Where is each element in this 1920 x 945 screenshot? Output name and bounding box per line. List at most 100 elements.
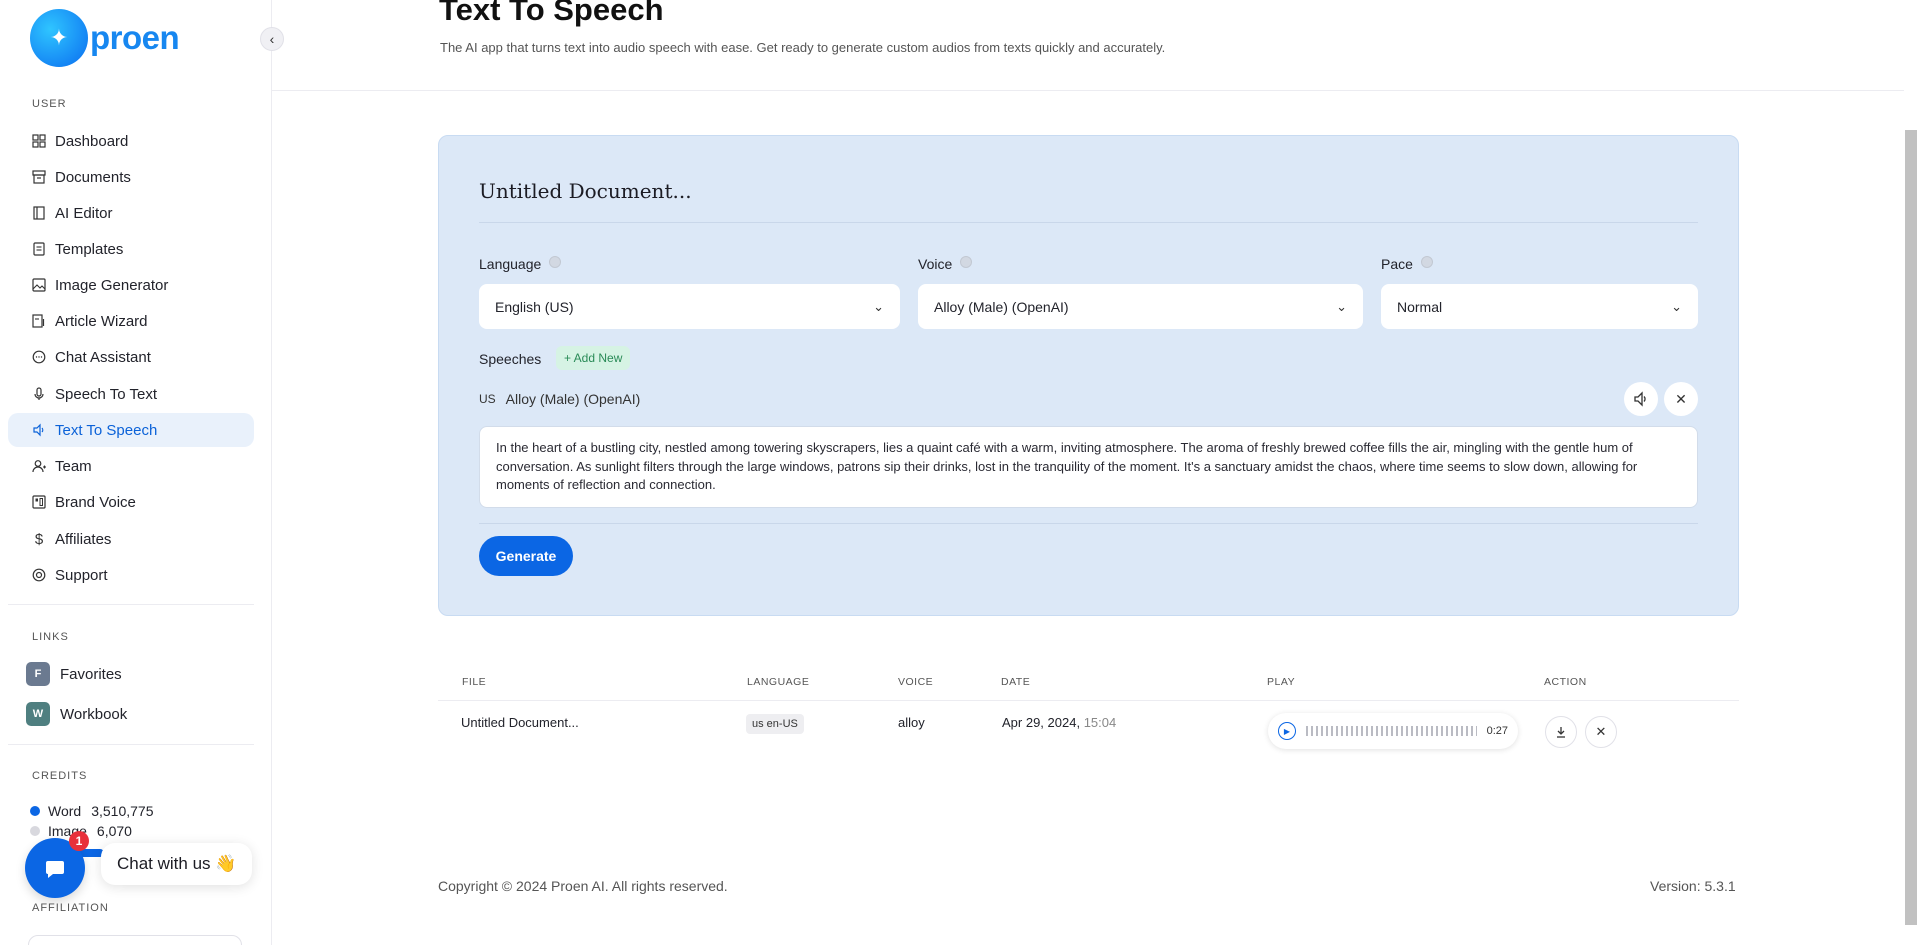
sidebar-item-team[interactable]: Team	[8, 449, 254, 483]
column-header-date: DATE	[1001, 676, 1031, 688]
language-label: Language	[479, 256, 562, 272]
sidebar-item-label: Support	[55, 566, 108, 584]
remove-speech-button[interactable]: ✕	[1664, 382, 1698, 416]
sidebar-item-label: Dashboard	[55, 132, 129, 150]
language-select[interactable]: English (US) ⌄	[479, 284, 900, 329]
sidebar-item-label: Article Wizard	[55, 312, 148, 330]
page-scrollbar[interactable]	[1905, 130, 1917, 925]
link-workbook[interactable]: W Workbook	[26, 702, 127, 726]
link-label: Favorites	[60, 665, 122, 683]
footer-copyright: Copyright © 2024 Proen AI. All rights re…	[438, 878, 728, 894]
main-content: Text To Speech The AI app that turns tex…	[272, 0, 1920, 945]
lifebuoy-icon	[31, 567, 47, 583]
sidebar-item-templates[interactable]: Templates	[8, 232, 254, 266]
book-icon	[31, 205, 47, 221]
column-header-voice: VOICE	[898, 676, 934, 688]
favorites-badge: F	[26, 662, 50, 686]
speaker-icon	[1634, 391, 1646, 407]
info-icon[interactable]	[960, 256, 973, 268]
document-title[interactable]: Untitled Document...	[479, 179, 692, 203]
file-name[interactable]: Untitled Document...	[461, 715, 579, 730]
file-edit-icon	[31, 313, 47, 329]
language-chip: us en-US	[746, 714, 804, 734]
dollar-icon: $	[34, 530, 44, 548]
preview-speech-button[interactable]	[1624, 382, 1658, 416]
sidebar-item-article-wizard[interactable]: Article Wizard	[8, 304, 254, 338]
sidebar-item-chat-assistant[interactable]: Chat Assistant	[8, 340, 254, 374]
info-icon[interactable]	[549, 256, 562, 268]
generate-button[interactable]: Generate	[479, 536, 573, 576]
voice-label-text: Voice	[918, 256, 953, 272]
column-header-file: FILE	[462, 676, 487, 688]
audio-duration: 0:27	[1486, 725, 1508, 737]
pace-label: Pace	[1381, 256, 1433, 272]
divider	[8, 744, 254, 745]
sidebar-item-documents[interactable]: Documents	[8, 160, 254, 194]
sidebar-item-label: Templates	[55, 240, 124, 258]
language-value: English (US)	[495, 298, 574, 315]
sidebar-item-dashboard[interactable]: Dashboard	[8, 124, 254, 158]
word-dot	[30, 806, 40, 816]
waveform[interactable]	[1306, 726, 1477, 736]
sidebar-item-label: Image Generator	[55, 276, 169, 294]
affiliation-box[interactable]	[28, 935, 242, 945]
voice-select[interactable]: Alloy (Male) (OpenAI) ⌄	[918, 284, 1363, 329]
sidebar-item-image-generator[interactable]: Image Generator	[8, 268, 254, 302]
sidebar-item-label: Text To Speech	[55, 421, 158, 439]
sidebar-item-speech-to-text[interactable]: Speech To Text	[8, 377, 254, 411]
audio-player[interactable]: ▶ 0:27	[1268, 713, 1518, 749]
collapse-sidebar-button[interactable]: ‹	[260, 27, 284, 51]
chevron-down-icon: ⌄	[1671, 298, 1682, 314]
sidebar-item-text-to-speech[interactable]: Text To Speech	[8, 413, 254, 447]
file-text-icon	[31, 241, 47, 257]
sidebar-item-brand-voice[interactable]: Brand Voice	[8, 485, 254, 519]
sidebar-item-label: Affiliates	[55, 530, 112, 548]
language-label-text: Language	[479, 256, 542, 272]
sidebar: ✦ proen USER Dashboard Documents AI Edit…	[0, 0, 272, 945]
play-icon[interactable]: ▶	[1278, 722, 1296, 740]
time-value: 15:04	[1083, 715, 1117, 730]
download-button[interactable]	[1545, 716, 1577, 748]
chat-bubble[interactable]: Chat with us 👋	[101, 843, 253, 885]
chevron-left-icon: ‹	[269, 31, 275, 47]
add-new-speech-button[interactable]: + Add New	[556, 346, 631, 370]
tts-form-card: Untitled Document... Language English (U…	[438, 135, 1739, 616]
chat-notification-badge: 1	[69, 831, 89, 851]
divider	[479, 222, 1698, 223]
table-header-divider	[438, 700, 1739, 701]
close-icon: ✕	[1595, 724, 1607, 739]
sparkle-icon: ✦	[30, 9, 88, 67]
brand-name: proen	[90, 19, 180, 56]
us-flag-icon: US	[479, 392, 496, 406]
archive-icon	[31, 169, 47, 185]
pace-select[interactable]: Normal ⌄	[1381, 284, 1698, 329]
voice-label: Voice	[918, 256, 973, 272]
sidebar-item-label: Chat Assistant	[55, 348, 151, 366]
column-header-action: ACTION	[1544, 676, 1587, 688]
column-header-language: LANGUAGE	[747, 676, 810, 688]
download-icon	[1557, 727, 1565, 738]
delete-button[interactable]: ✕	[1585, 716, 1617, 748]
sidebar-item-affiliates[interactable]: $ Affiliates	[8, 522, 254, 556]
link-favorites[interactable]: F Favorites	[26, 662, 122, 686]
workbook-badge: W	[26, 702, 50, 726]
page-title: Text To Speech	[439, 0, 664, 27]
voice-value: Alloy (Male) (OpenAI)	[934, 298, 1069, 315]
speeches-label: Speeches	[479, 351, 542, 367]
section-label-affiliation: AFFILIATION	[32, 902, 109, 914]
speech-voice-name: Alloy (Male) (OpenAI)	[505, 391, 641, 407]
speech-voice-info: US Alloy (Male) (OpenAI)	[479, 391, 640, 407]
footer-version: Version: 5.3.1	[1650, 878, 1736, 894]
brand-logo[interactable]: ✦ proen	[30, 9, 180, 67]
sidebar-item-label: Documents	[55, 168, 131, 186]
sidebar-item-ai-editor[interactable]: AI Editor	[8, 196, 254, 230]
chevron-down-icon: ⌄	[1336, 298, 1347, 314]
info-icon[interactable]	[1420, 256, 1433, 268]
speech-text-input[interactable]: In the heart of a bustling city, nestled…	[479, 426, 1698, 508]
close-icon: ✕	[1675, 390, 1687, 407]
sidebar-item-label: AI Editor	[55, 204, 113, 222]
column-header-play: PLAY	[1267, 676, 1296, 688]
sidebar-item-support[interactable]: Support	[8, 558, 254, 592]
speaker-icon	[31, 422, 47, 438]
microphone-icon	[31, 386, 47, 402]
